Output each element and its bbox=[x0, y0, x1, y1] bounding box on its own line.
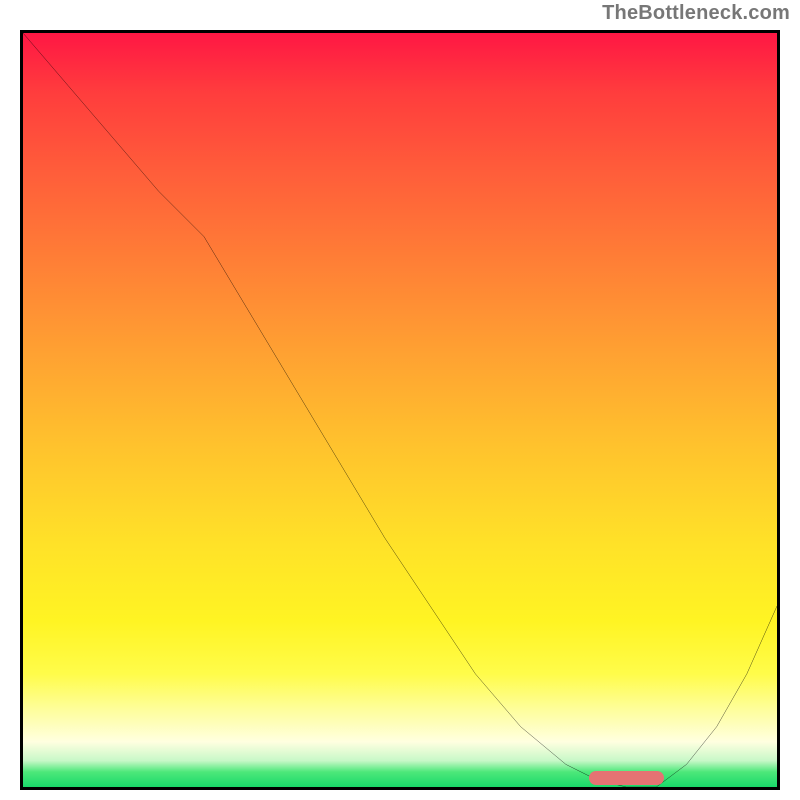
optimal-range-marker bbox=[589, 771, 664, 785]
watermark-text: TheBottleneck.com bbox=[602, 2, 790, 25]
bottleneck-curve bbox=[23, 33, 777, 787]
chart-frame bbox=[20, 30, 780, 790]
